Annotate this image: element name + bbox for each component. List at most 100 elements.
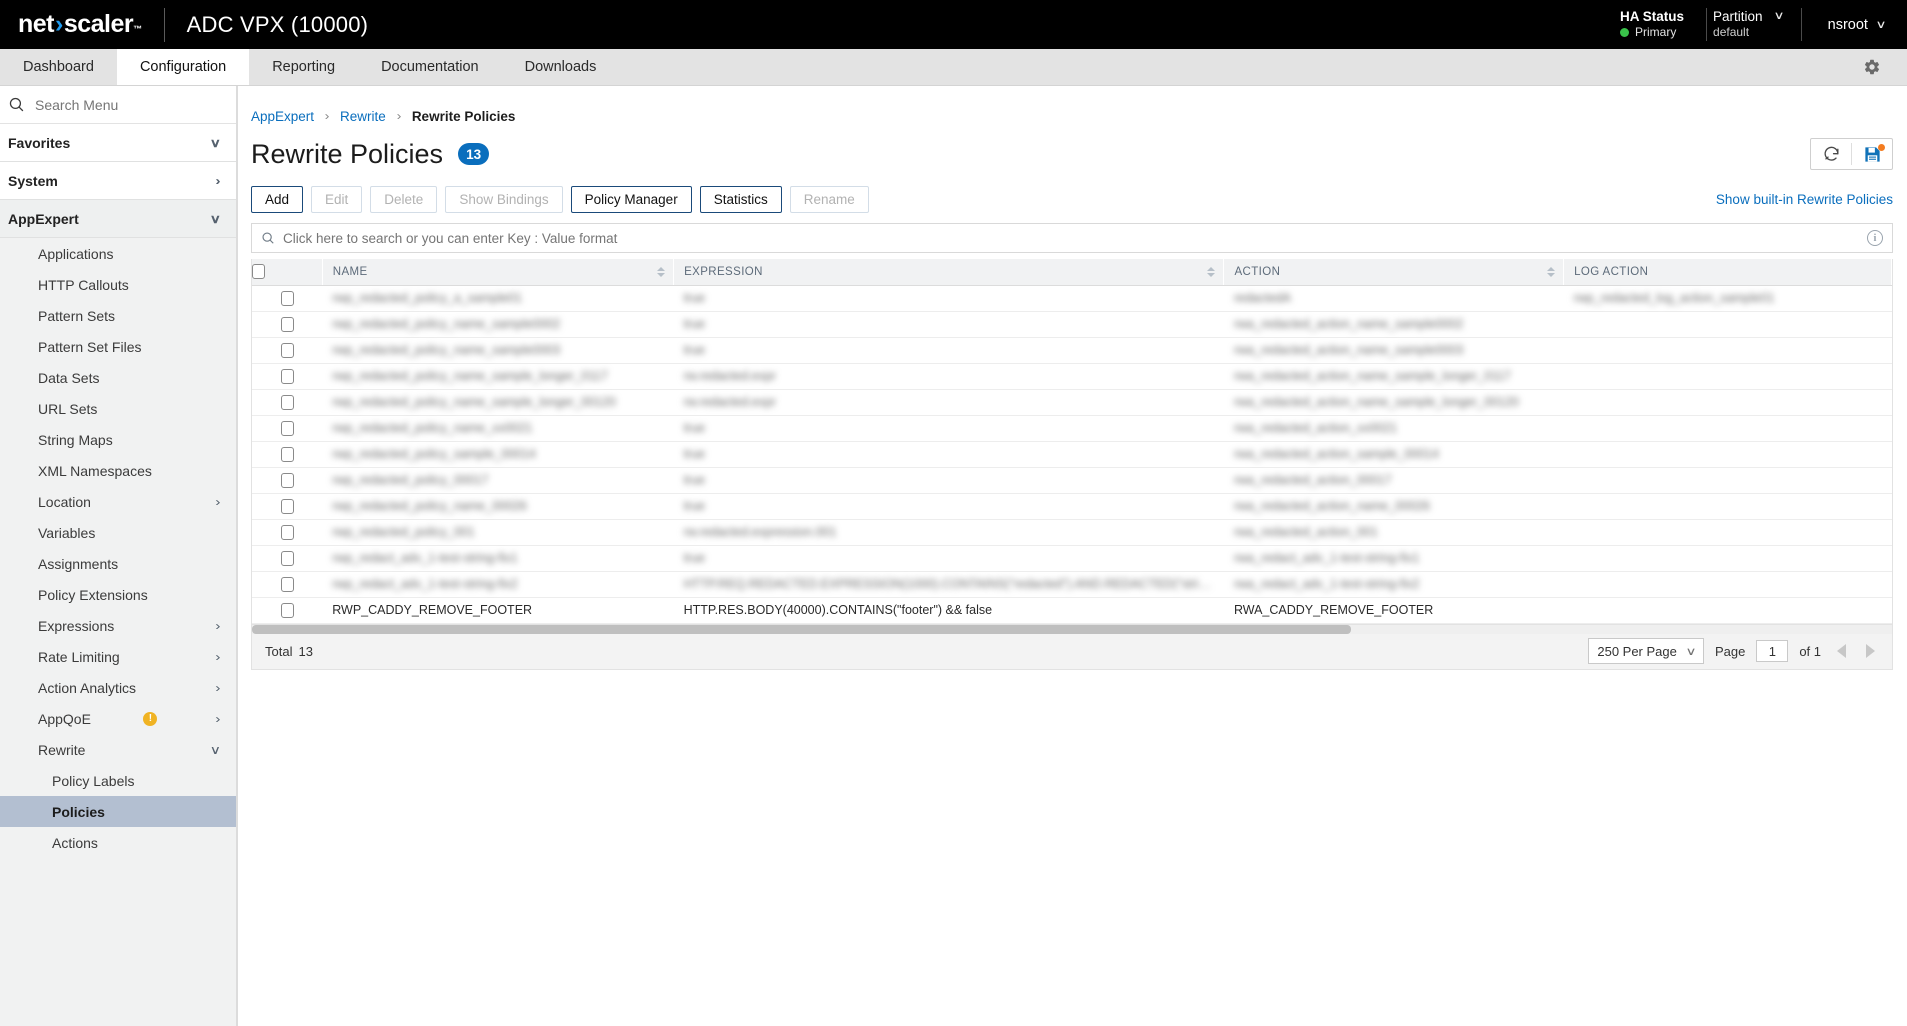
sidebar-item-pattern-set-files[interactable]: Pattern Set Files (0, 331, 236, 362)
sidebar-item-applications[interactable]: Applications (0, 238, 236, 269)
breadcrumb-item-appexpert[interactable]: AppExpert (251, 109, 314, 124)
column-header-name[interactable]: NAME (322, 259, 675, 286)
table-row[interactable]: rwp_redacted_policy_name_sample0003 true r… (252, 337, 1892, 364)
show-builtin-policies-link[interactable]: Show built-in Rewrite Policies (1716, 192, 1893, 207)
horizontal-scrollbar[interactable] (251, 624, 1893, 634)
info-icon[interactable]: i (1867, 230, 1883, 246)
table-row[interactable]: rwp_redacted_policy_name_sample0002 true r… (252, 311, 1892, 338)
user-menu[interactable]: nsroot ∨ (1802, 0, 1907, 49)
tab-documentation[interactable]: Documentation (358, 49, 502, 85)
add-button[interactable]: Add (251, 186, 304, 213)
row-checkbox[interactable] (280, 524, 294, 540)
column-header-log-action[interactable]: LOG ACTION (1563, 259, 1892, 286)
row-checkbox[interactable] (280, 316, 294, 332)
refresh-button[interactable] (1811, 139, 1851, 169)
cell-expression: rw.redacted.expr (673, 363, 1224, 390)
table-row[interactable]: RWP_CADDY_REMOVE_FOOTER HTTP.RES.BODY(400… (252, 597, 1892, 624)
ha-status-block[interactable]: HA Status Primary (1598, 0, 1706, 49)
table-row[interactable]: rwp_redacted_policy_001 rw.redacted.expre… (252, 519, 1892, 546)
policy-manager-button[interactable]: Policy Manager (570, 186, 692, 213)
breadcrumb-item-rewrite[interactable]: Rewrite (340, 109, 386, 124)
total-value: 13 (298, 643, 313, 659)
sidebar-item-label: URL Sets (38, 400, 98, 417)
table-row[interactable]: rwp_redacted_policy_sample_00014 true rwa_… (252, 441, 1892, 468)
row-checkbox[interactable] (280, 420, 294, 436)
sidebar-item-action-analytics[interactable]: Action Analytics › (0, 672, 236, 703)
tab-downloads[interactable]: Downloads (502, 49, 620, 85)
row-checkbox[interactable] (280, 368, 294, 384)
column-header-expression[interactable]: EXPRESSION (673, 259, 1225, 286)
cell-name: rwp_redact_adv_1-test-string-fix2 (322, 571, 674, 598)
column-header-action[interactable]: ACTION (1223, 259, 1565, 286)
sidebar-item-pattern-sets[interactable]: Pattern Sets (0, 300, 236, 331)
body-wrapper: Favorites ∨ System › AppExpert ∨ Applica… (0, 86, 1907, 1026)
sidebar-item-xml-namespaces[interactable]: XML Namespaces (0, 455, 236, 486)
sidebar-item-variables[interactable]: Variables (0, 517, 236, 548)
sidebar-search[interactable] (0, 86, 236, 124)
sidebar-item-policy-labels[interactable]: Policy Labels (0, 765, 236, 796)
chevron-down-icon[interactable]: ∨ (1773, 10, 1784, 24)
product-title: ADC VPX (10000) (186, 11, 369, 37)
row-checkbox[interactable] (280, 290, 294, 306)
page-label: Page (1714, 643, 1746, 659)
page-title: Rewrite Policies (251, 138, 444, 169)
sidebar-item-string-maps[interactable]: String Maps (0, 424, 236, 455)
sidebar-item-actions[interactable]: Actions (0, 827, 236, 858)
tab-dashboard[interactable]: Dashboard (0, 49, 117, 85)
sidebar-item-appqoe[interactable]: AppQoE! › (0, 703, 236, 734)
table-row[interactable]: rwp_redacted_policy_name_sample_longer_0… (252, 389, 1892, 416)
sort-toggle-icon[interactable] (1547, 266, 1556, 277)
sidebar-item-data-sets[interactable]: Data Sets (0, 362, 236, 393)
tab-configuration[interactable]: Configuration (116, 49, 250, 85)
sidebar-item-policy-extensions[interactable]: Policy Extensions (0, 579, 236, 610)
row-checkbox[interactable] (280, 472, 294, 488)
settings-gear-button[interactable] (1837, 49, 1907, 85)
sidebar-item-rewrite[interactable]: Rewrite ∨ (0, 734, 236, 765)
row-checkbox[interactable] (280, 498, 294, 514)
row-checkbox[interactable] (280, 602, 294, 618)
sidebar-item-assignments[interactable]: Assignments (0, 548, 236, 579)
table-row[interactable]: rwp_redacted_policy_name_sample_longer_0… (252, 363, 1892, 390)
partition-block[interactable]: Partition ∨ default (1707, 0, 1801, 49)
table-row[interactable]: rwp_redacted_policy_00017 true rwa_redacte… (252, 467, 1892, 494)
table-row[interactable]: rwp_redacted_policy_name_xx0021 true rwa_r… (252, 415, 1892, 442)
table-search-input[interactable] (283, 230, 1859, 246)
cell-log-action (1563, 545, 1892, 572)
search-menu-input[interactable] (35, 96, 205, 113)
per-page-select[interactable]: 250 Per Page ∨ (1588, 638, 1704, 664)
row-checkbox[interactable] (280, 576, 294, 592)
sort-toggle-icon[interactable] (1207, 266, 1216, 277)
sidebar-item-expressions[interactable]: Expressions › (0, 610, 236, 641)
row-checkbox[interactable] (280, 394, 294, 410)
cell-name: rwp_redacted_policy_name_sample_longer_0… (322, 363, 674, 390)
sidebar-item-rate-limiting[interactable]: Rate Limiting › (0, 641, 236, 672)
sidebar-section-favorites[interactable]: Favorites ∨ (0, 124, 236, 162)
sidebar-item-http-callouts[interactable]: HTTP Callouts (0, 269, 236, 300)
row-checkbox[interactable] (280, 342, 294, 358)
save-config-button[interactable] (1852, 139, 1892, 169)
tab-reporting[interactable]: Reporting (249, 49, 358, 85)
scrollbar-thumb[interactable] (252, 624, 1351, 634)
save-pending-badge (1878, 144, 1885, 151)
user-name: nsroot (1827, 16, 1868, 33)
cell-log-action (1563, 467, 1892, 494)
cell-expression: rw.redacted.expr (673, 389, 1224, 416)
select-all-checkbox[interactable] (252, 264, 265, 280)
row-checkbox[interactable] (280, 550, 294, 566)
logo-part2: scaler (63, 10, 134, 38)
sidebar-section-appexpert[interactable]: AppExpert ∨ (0, 200, 236, 238)
row-checkbox[interactable] (280, 446, 294, 462)
sort-toggle-icon[interactable] (657, 266, 666, 277)
statistics-button[interactable]: Statistics (699, 186, 782, 213)
table-row[interactable]: rwp_redact_adv_1-test-string-fix1 true rwa… (252, 545, 1892, 572)
sidebar-item-url-sets[interactable]: URL Sets (0, 393, 236, 424)
sidebar-item-policies[interactable]: Policies (0, 796, 236, 827)
table-row[interactable]: rwp_redacted_policy_name_00026 true rwa_re… (252, 493, 1892, 520)
sidebar-section-system[interactable]: System › (0, 162, 236, 200)
table-search-bar[interactable]: i (251, 223, 1893, 253)
sidebar-item-location[interactable]: Location › (0, 486, 236, 517)
table-row[interactable]: rwp_redact_adv_1-test-string-fix2 HTTP.RE… (252, 571, 1892, 598)
table-row[interactable]: rwp_redacted_policy_a_sample01 true redact… (252, 285, 1892, 312)
cell-log-action (1563, 389, 1892, 416)
page-number-input[interactable] (1756, 640, 1789, 662)
